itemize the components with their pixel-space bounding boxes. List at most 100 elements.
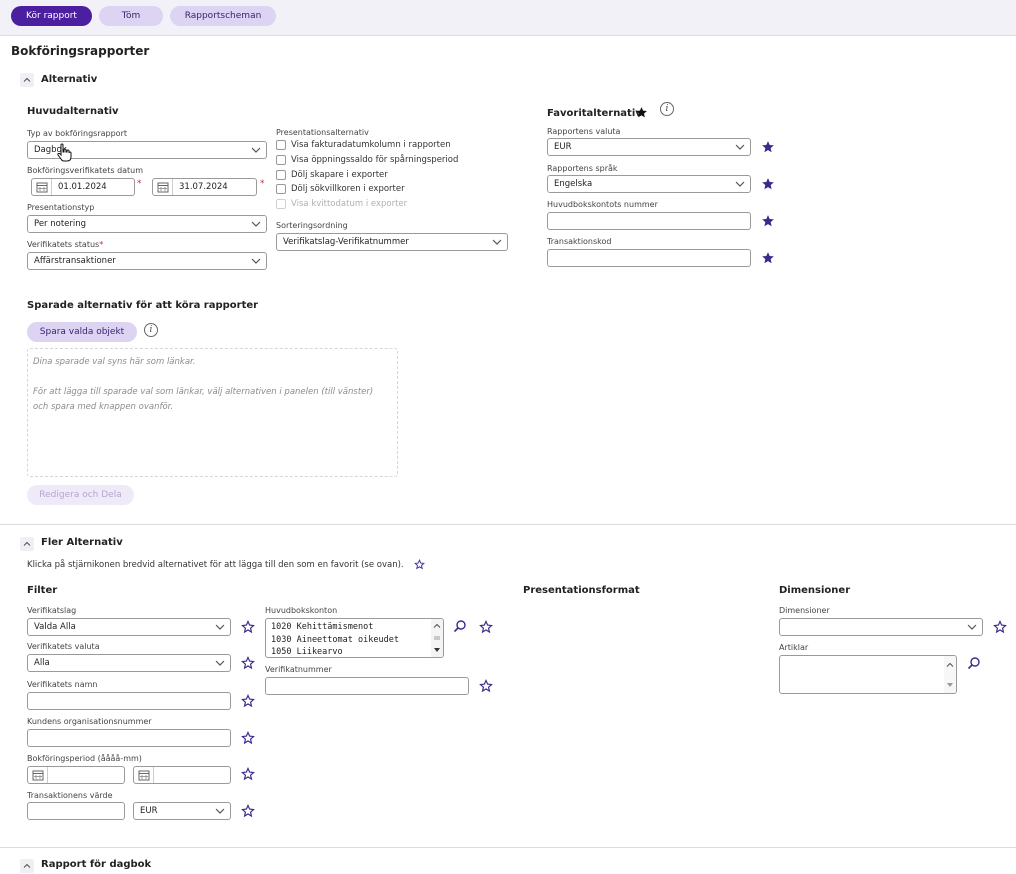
scroll-thumb[interactable] xyxy=(434,636,440,640)
scrollbar[interactable] xyxy=(944,656,956,693)
voucher-name-input[interactable] xyxy=(27,692,231,710)
checkbox-show-invoice-date[interactable]: Visa fakturadatumkolumn i rapporten xyxy=(276,140,451,150)
clear-button[interactable]: Töm xyxy=(99,6,163,26)
report-currency-select[interactable]: EUR xyxy=(547,138,751,156)
info-icon[interactable]: i xyxy=(144,323,158,337)
voucher-status-label: Verifikatets status* xyxy=(27,240,104,249)
checkbox-hide-creator[interactable]: Dölj skapare i exporter xyxy=(276,170,388,180)
transaction-code-input[interactable] xyxy=(547,249,751,267)
report-language-value: Engelska xyxy=(554,179,593,189)
transaction-value-currency: EUR xyxy=(140,806,158,816)
voucher-number-input[interactable] xyxy=(265,677,469,695)
voucher-number-label: Verifikatnummer xyxy=(265,665,332,674)
favorite-star-outline-icon[interactable] xyxy=(241,804,255,818)
sort-order-select[interactable]: Verifikatslag-Verifikatnummer xyxy=(276,233,508,251)
info-icon[interactable]: i xyxy=(660,102,674,116)
customer-org-number-input[interactable] xyxy=(27,729,231,747)
transaction-value-input[interactable] xyxy=(27,802,125,820)
date-to-value: 31.07.2024 xyxy=(179,182,228,192)
star-outline-icon xyxy=(414,559,425,570)
report-language-select[interactable]: Engelska xyxy=(547,175,751,193)
filter-heading: Filter xyxy=(27,585,58,596)
calendar-icon xyxy=(138,769,150,781)
voucher-currency-select[interactable]: Alla xyxy=(27,654,231,672)
saved-options-box: Dina sparade val syns här som länkar. Fö… xyxy=(27,348,398,477)
period-from-input[interactable] xyxy=(27,766,125,784)
collapse-alternativ-button[interactable] xyxy=(20,73,34,87)
ledger-account-number-label: Huvudbokskontots nummer xyxy=(547,200,658,209)
chevron-down-icon xyxy=(251,145,261,155)
transaction-value-currency-select[interactable]: EUR xyxy=(133,802,231,820)
saved-hint-line: För att lägga till sparade val som länka… xyxy=(33,387,374,397)
page-title: Bokföringsrapporter xyxy=(11,44,150,58)
articles-listbox[interactable] xyxy=(779,655,957,694)
favorite-note: Klicka på stjärnikonen bredvid alternati… xyxy=(27,560,404,570)
checkbox-hide-search-conditions[interactable]: Dölj sökvillkoren i exporter xyxy=(276,184,405,194)
edit-share-button: Redigera och Dela xyxy=(27,485,134,505)
voucher-currency-value: Alla xyxy=(34,658,50,668)
favorite-star-outline-icon[interactable] xyxy=(241,731,255,745)
scroll-down-icon[interactable] xyxy=(432,645,442,655)
favorite-star-icon[interactable] xyxy=(761,177,775,191)
favorite-star-outline-icon[interactable] xyxy=(993,620,1007,634)
date-from-value: 01.01.2024 xyxy=(58,182,107,192)
favorite-star-outline-icon[interactable] xyxy=(479,620,493,634)
save-selected-button[interactable]: Spara valda objekt xyxy=(27,322,137,342)
presentation-type-select[interactable]: Per notering xyxy=(27,215,267,233)
list-item[interactable]: 1050 Liikearvo xyxy=(266,646,443,657)
voucher-type-select[interactable]: Valda Alla xyxy=(27,618,231,636)
scrollbar[interactable] xyxy=(431,619,443,657)
checkbox-show-opening-balance[interactable]: Visa öppningssaldo för spårningsperiod xyxy=(276,155,458,165)
favorite-star-icon[interactable] xyxy=(761,251,775,265)
main-options-heading: Huvudalternativ xyxy=(27,106,119,117)
favorite-star-outline-icon[interactable] xyxy=(479,679,493,693)
scroll-down-icon[interactable] xyxy=(945,680,955,690)
scroll-up-icon[interactable] xyxy=(945,660,955,670)
collapse-journal-report-button[interactable] xyxy=(20,859,34,873)
favorite-star-icon[interactable] xyxy=(761,140,775,154)
search-icon[interactable] xyxy=(967,656,981,670)
date-from-input[interactable]: 01.01.2024 xyxy=(31,178,135,196)
voucher-name-label: Verifikatets namn xyxy=(27,680,98,689)
saved-hint-line: Dina sparade val syns här som länkar. xyxy=(33,357,196,367)
required-mark: * xyxy=(137,179,142,189)
calendar-icon xyxy=(36,181,48,193)
favorite-star-icon[interactable] xyxy=(761,214,775,228)
favorite-star-outline-icon[interactable] xyxy=(241,656,255,670)
list-item[interactable]: 1020 Kehittämismenot xyxy=(266,621,443,634)
ledger-account-number-input[interactable] xyxy=(547,212,751,230)
search-icon[interactable] xyxy=(453,619,467,633)
chevron-down-icon xyxy=(215,806,225,816)
saved-options-heading: Sparade alternativ för att köra rapporte… xyxy=(27,300,259,311)
voucher-type-value: Valda Alla xyxy=(34,622,76,632)
scroll-up-icon[interactable] xyxy=(432,621,442,631)
voucher-status-value: Affärstransaktioner xyxy=(34,256,116,266)
favorite-star-outline-icon[interactable] xyxy=(241,767,255,781)
favorite-star-outline-icon[interactable] xyxy=(241,620,255,634)
list-item[interactable]: 1030 Aineettomat oikeudet xyxy=(266,634,443,647)
chevron-down-icon xyxy=(215,622,225,632)
posting-period-label: Bokföringsperiod (åååå-mm) xyxy=(27,754,142,763)
report-currency-value: EUR xyxy=(554,142,572,152)
collapse-fler-alternativ-button[interactable] xyxy=(20,537,34,551)
toolbar: Kör rapport Töm Rapportscheman xyxy=(0,0,1016,36)
report-language-label: Rapportens språk xyxy=(547,164,618,173)
ledger-accounts-label: Huvudbokskonton xyxy=(265,606,338,615)
chevron-down-icon xyxy=(735,142,745,152)
period-to-input[interactable] xyxy=(133,766,231,784)
section-title-alternativ: Alternativ xyxy=(41,74,98,85)
voucher-status-select[interactable]: Affärstransaktioner xyxy=(27,252,267,270)
calendar-icon xyxy=(157,181,169,193)
favorite-star-outline-icon[interactable] xyxy=(241,694,255,708)
presentation-format-heading: Presentationsformat xyxy=(523,585,640,596)
chevron-up-icon xyxy=(22,75,32,85)
dimensions-select[interactable] xyxy=(779,618,983,636)
report-schedules-button[interactable]: Rapportscheman xyxy=(170,6,276,26)
date-to-input[interactable]: 31.07.2024 xyxy=(152,178,257,196)
transaction-value-label: Transaktionens värde xyxy=(27,791,113,800)
hand-cursor-icon xyxy=(57,143,72,162)
run-report-button[interactable]: Kör rapport xyxy=(11,6,92,26)
ledger-accounts-listbox[interactable]: 1020 Kehittämismenot 1030 Aineettomat oi… xyxy=(265,618,444,658)
chevron-down-icon xyxy=(251,256,261,266)
star-filled-icon xyxy=(635,106,648,119)
